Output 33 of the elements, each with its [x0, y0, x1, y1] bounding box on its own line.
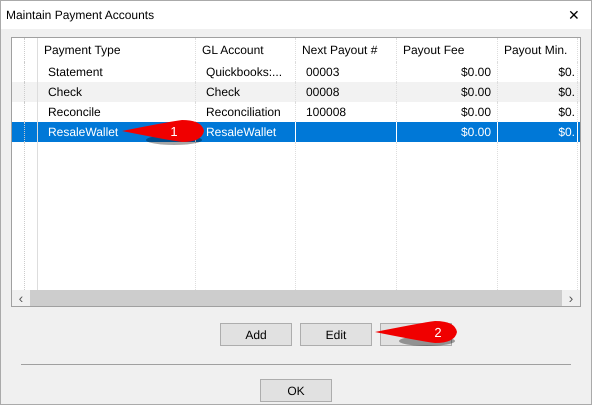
table-cell: Check: [206, 85, 240, 99]
table-cell: $0.: [558, 105, 575, 119]
table-cell: ResaleWallet: [48, 125, 118, 139]
column-header[interactable]: Payout Min.: [498, 38, 578, 62]
dialog-button[interactable]: Edit: [300, 323, 372, 346]
window-title: Maintain Payment Accounts: [6, 8, 154, 22]
callout-tooltip: 1: [122, 118, 206, 148]
table-cell: $0.00: [460, 125, 491, 139]
scrollbar-thumb[interactable]: [30, 290, 562, 306]
table-cell: $0.: [558, 85, 575, 99]
column-header[interactable]: Payout Fee: [397, 38, 498, 62]
table-cell: $0.00: [460, 65, 491, 79]
column-header[interactable]: Next Payout #: [296, 38, 397, 62]
table-cell: Check: [48, 85, 82, 99]
column-header[interactable]: GL Account: [196, 38, 296, 62]
callout-tooltip: 2: [375, 319, 459, 349]
table-cell: Quickbooks:...: [206, 65, 282, 79]
table-cell: $0.: [558, 65, 575, 79]
table-cell: 100008: [306, 105, 346, 119]
table-cell: $0.00: [460, 105, 491, 119]
ok-button[interactable]: OK: [260, 379, 332, 402]
table-row[interactable]: Check Check 00008 $0.00 $0.: [12, 82, 580, 102]
close-button[interactable]: ✕: [557, 1, 591, 29]
table-cell: ResaleWallet: [206, 125, 276, 139]
table-cell: 00003: [306, 65, 340, 79]
dialog-button[interactable]: Add: [220, 323, 292, 346]
column-header[interactable]: Payment Type: [38, 38, 196, 62]
table-cell: 00008: [306, 85, 340, 99]
table-cell: Statement: [48, 65, 103, 79]
table-cell: Reconcile: [48, 105, 101, 119]
table-cell: $0.: [558, 125, 575, 139]
table-cell: Reconciliation: [206, 105, 281, 119]
table-cell: $0.00: [460, 85, 491, 99]
